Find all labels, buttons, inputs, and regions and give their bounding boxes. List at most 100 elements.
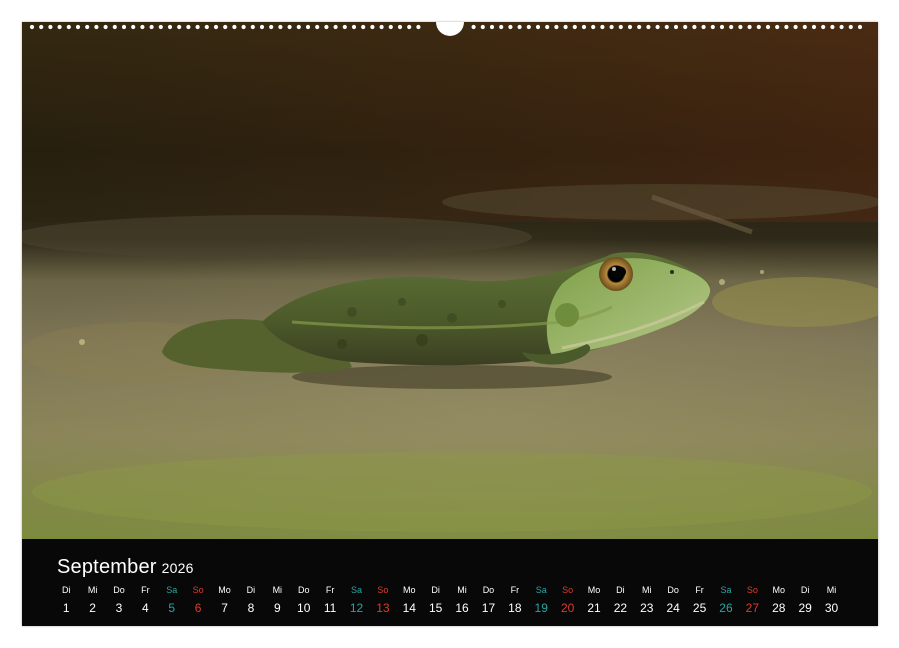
calendar-day: Do 24 — [660, 585, 686, 615]
day-name: Mo — [218, 585, 231, 595]
binding-hole — [177, 24, 182, 30]
binding-hole — [131, 24, 136, 30]
day-name: Do — [667, 585, 679, 595]
day-name: Mi — [272, 585, 283, 595]
day-name: Di — [800, 585, 810, 595]
binding-hole — [692, 24, 697, 30]
binding-hole — [683, 24, 688, 30]
day-number: 21 — [587, 601, 601, 615]
binding-hole — [29, 24, 35, 30]
day-number: 15 — [428, 601, 443, 615]
month-year: 2026 — [161, 560, 194, 576]
binding-hole — [140, 24, 145, 30]
calendar-day: Di 1 — [53, 585, 79, 615]
day-name: So — [192, 585, 204, 595]
calendar-day: Mo 21 — [581, 585, 607, 615]
calendar-day: Mi 9 — [264, 585, 290, 615]
calendar-day: Fr 18 — [502, 585, 528, 615]
day-number: 2 — [89, 601, 96, 615]
frog-photo — [22, 22, 878, 539]
day-name: Do — [482, 585, 495, 595]
binding-hole — [287, 24, 292, 30]
day-name: Mi — [826, 585, 837, 595]
day-number: 11 — [323, 601, 337, 615]
binding-hole — [784, 24, 789, 30]
binding-hole — [821, 24, 826, 30]
binding-hole — [379, 24, 384, 30]
binding-hole — [94, 24, 99, 30]
calendar-day: Mo 7 — [211, 585, 237, 615]
calendar-day: Fr 4 — [132, 585, 158, 615]
binding-hole — [158, 24, 163, 30]
day-number: 1 — [62, 601, 70, 615]
calendar-day: Do 10 — [291, 585, 317, 615]
calendar-day: Sa 12 — [343, 585, 369, 615]
binding-hole — [839, 24, 844, 30]
calendar-day: Di 8 — [238, 585, 264, 615]
binding-hole — [775, 24, 780, 30]
binding-hole — [370, 24, 375, 30]
day-name: Di — [61, 585, 71, 595]
day-number: 8 — [247, 601, 255, 615]
day-name: Mi — [87, 585, 98, 595]
binding-hole — [591, 24, 596, 30]
binding-hole — [241, 24, 246, 30]
calendar-day: Fr 25 — [686, 585, 712, 615]
binding-hole — [259, 24, 265, 30]
calendar-day: Mi 23 — [634, 585, 660, 615]
binding-hole — [121, 24, 127, 30]
day-name: Di — [431, 585, 440, 595]
spiral-binding — [22, 18, 878, 36]
binding-hole — [655, 24, 660, 30]
binding-hole — [848, 24, 853, 30]
binding-hole — [324, 24, 329, 30]
binding-hole — [673, 24, 679, 30]
binding-hole — [637, 24, 642, 30]
day-number: 23 — [640, 601, 654, 615]
binding-hole — [66, 24, 71, 30]
day-number: 12 — [349, 601, 364, 615]
month-name: September — [57, 556, 157, 578]
binding-hole — [627, 24, 633, 30]
day-number: 20 — [560, 601, 575, 615]
calendar-day: So 20 — [554, 585, 580, 615]
day-number: 17 — [481, 601, 496, 615]
binding-hole — [609, 24, 614, 30]
day-number: 27 — [745, 601, 760, 615]
binding-hole — [250, 24, 255, 30]
day-number: 16 — [455, 601, 469, 615]
day-number: 29 — [798, 601, 812, 615]
day-number: 28 — [772, 601, 786, 615]
calendar-page: September 2026 Di 1 Mi 2 Do 3 Fr 4 Sa 5 So 6 Mo 7 Di 8 Mi… — [22, 22, 878, 626]
binding-hole — [563, 24, 568, 30]
day-name: Sa — [535, 585, 547, 595]
binding-hole — [213, 24, 219, 30]
calendar-day: Fr 11 — [317, 585, 343, 615]
calendar-day: So 13 — [370, 585, 396, 615]
binding-hole — [793, 24, 798, 30]
hanger-notch — [436, 22, 464, 36]
binding-hole — [167, 24, 173, 30]
calendar-day: Di 22 — [607, 585, 633, 615]
day-name: Fr — [141, 585, 150, 595]
binding-hole — [581, 24, 587, 30]
calendar-day: Sa 19 — [528, 585, 554, 615]
day-name: Mo — [587, 585, 601, 595]
day-name: Mi — [457, 585, 467, 595]
binding-hole — [103, 24, 108, 30]
day-name: Fr — [510, 585, 520, 595]
binding-hole — [480, 24, 485, 30]
day-name: Di — [246, 585, 256, 595]
calendar-day: Sa 26 — [713, 585, 739, 615]
binding-hole — [554, 24, 559, 30]
binding-hole — [729, 24, 734, 30]
binding-hole — [508, 24, 513, 30]
binding-hole — [416, 24, 421, 30]
binding-hole — [333, 24, 338, 30]
day-number: 10 — [297, 601, 311, 615]
calendar-day: Do 3 — [106, 585, 132, 615]
binding-hole — [112, 24, 117, 30]
binding-hole — [85, 24, 90, 30]
day-name: Di — [616, 585, 625, 595]
day-name: Do — [297, 585, 310, 595]
